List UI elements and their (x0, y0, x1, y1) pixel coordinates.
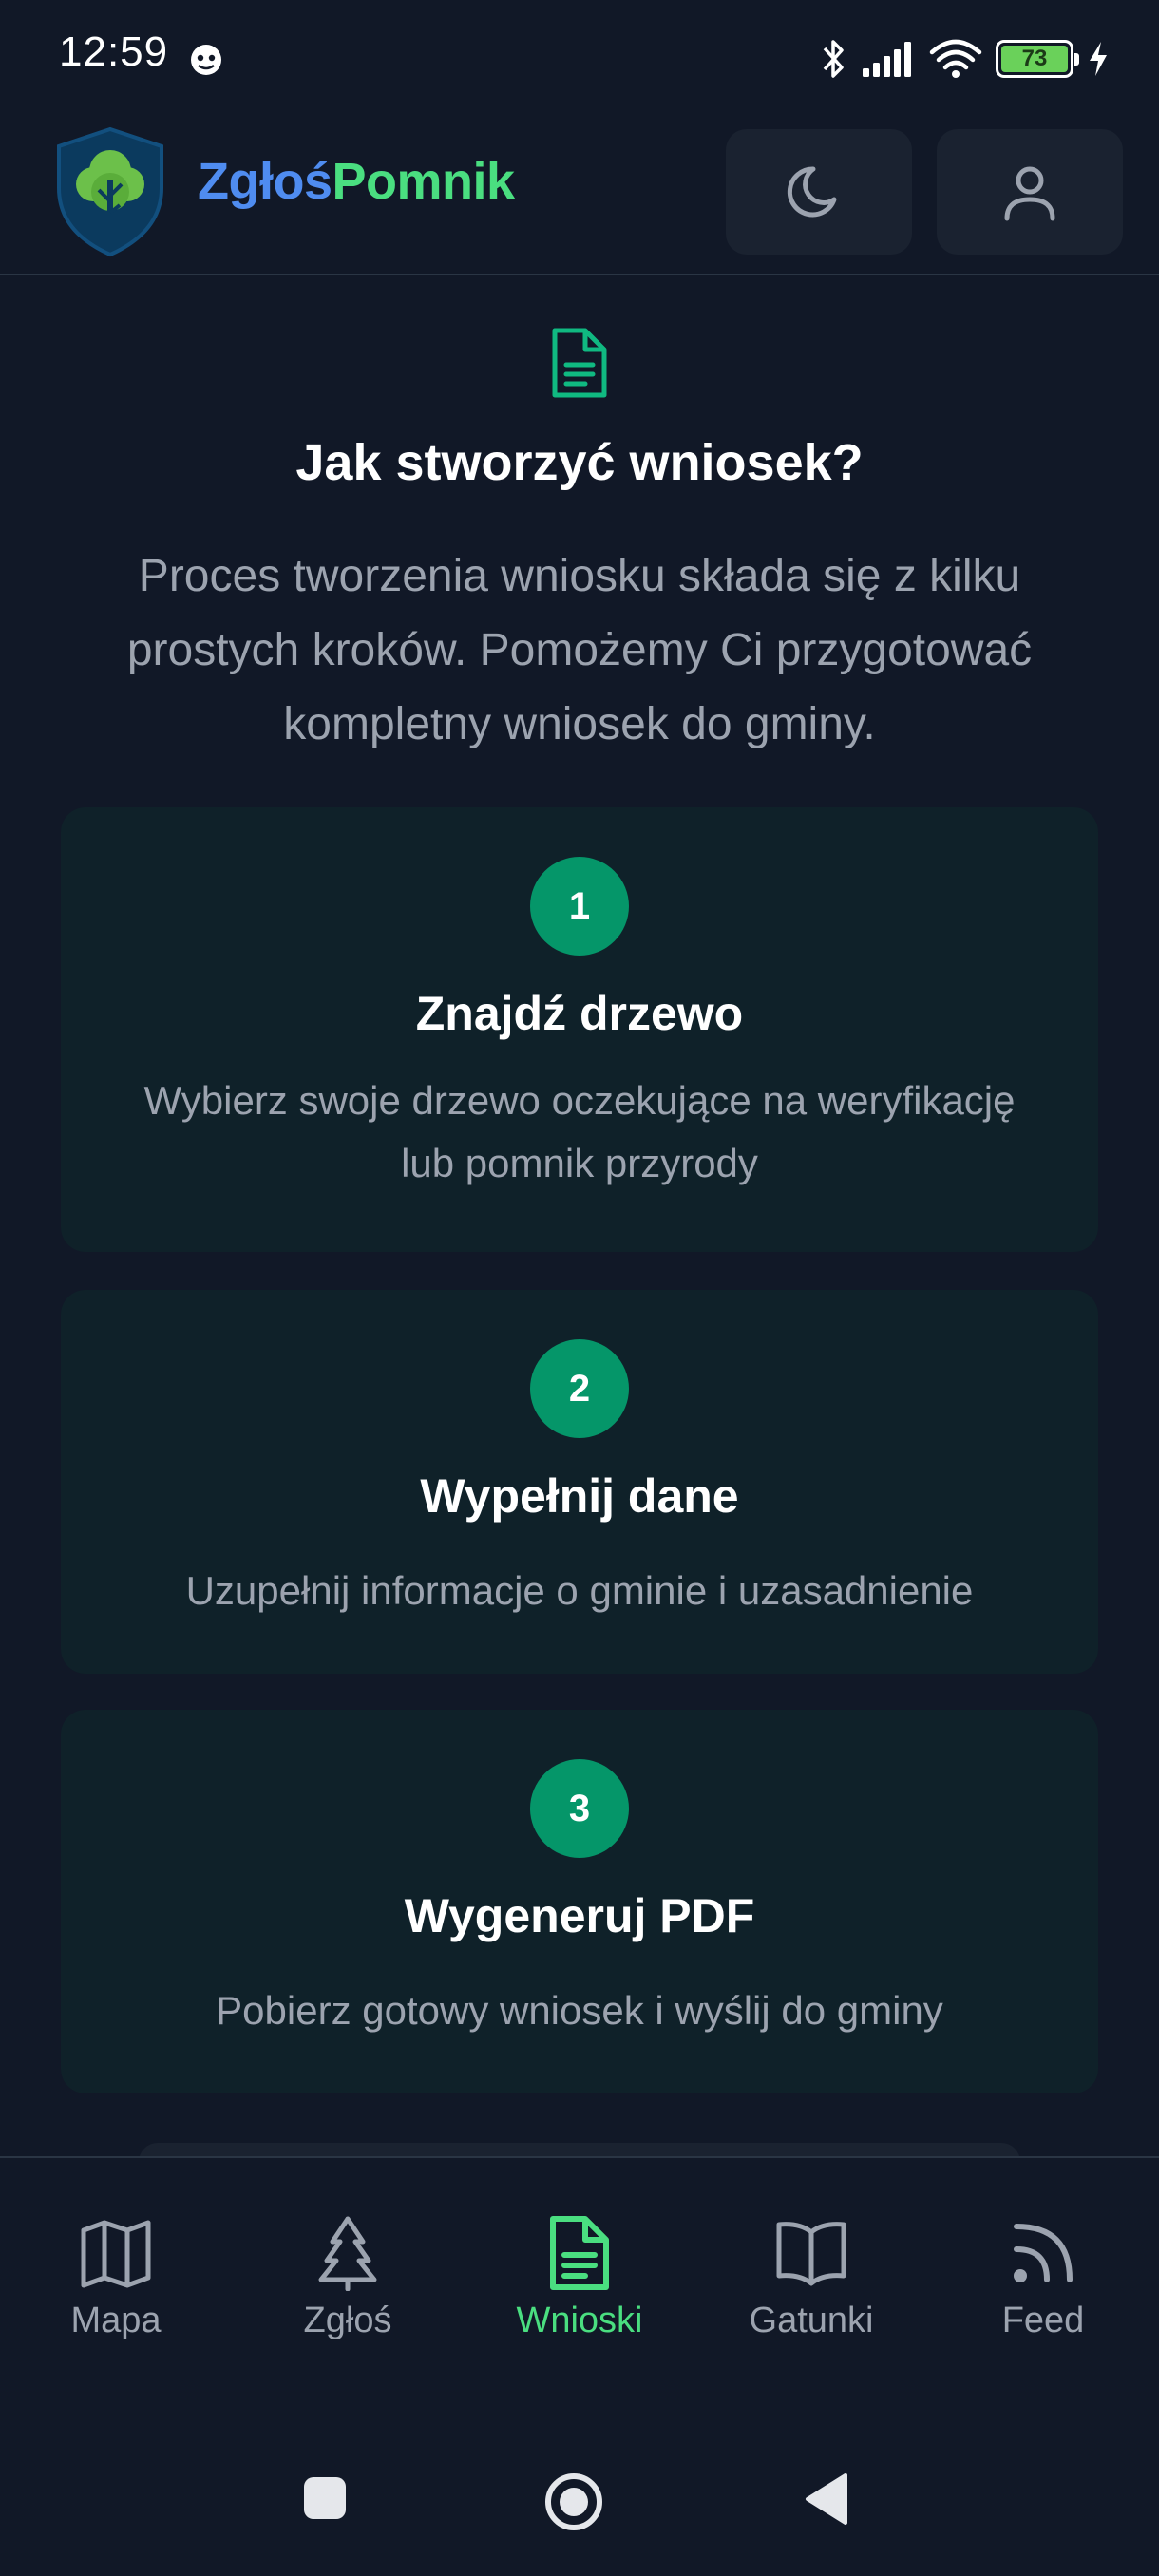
brand-part-1: Zgłoś (198, 153, 332, 210)
moon-icon (787, 166, 837, 218)
nav-item-wnioski[interactable]: Wnioski (464, 2215, 695, 2348)
tree-icon (318, 2216, 377, 2291)
nav-label: Gatunki (749, 2301, 874, 2340)
status-bar: 12:59 73 (0, 0, 1159, 118)
brand-part-2: Pomnik (332, 153, 516, 210)
step-number-badge: 2 (530, 1339, 629, 1438)
rss-icon (1014, 2224, 1073, 2282)
logo-icon[interactable] (51, 125, 169, 258)
step-description: Uzupełnij informacje o gminie i uzasadni… (185, 1568, 974, 1613)
book-icon (776, 2222, 846, 2286)
notification-icon (191, 45, 221, 75)
step-card: 3 Wygeneruj PDF Pobierz gotowy wniosek i… (61, 1710, 1098, 2093)
document-icon (552, 328, 607, 398)
status-time: 12:59 (59, 28, 169, 75)
step-card: 1 Znajdź drzewo Wybierz swoje drzewo ocz… (61, 807, 1098, 1252)
nav-label: Mapa (70, 2301, 162, 2340)
nav-item-zglos[interactable]: Zgłoś (232, 2215, 464, 2348)
recents-icon[interactable] (302, 2475, 348, 2521)
signal-icon (863, 42, 911, 77)
next-card-peek (139, 2143, 1020, 2156)
page-title: Jak stworzyć wniosek? (295, 434, 864, 491)
app-screen: 12:59 73 ZgłośPomnik Jak stworzyć wniose… (0, 0, 1159, 2576)
nav-label: Wnioski (516, 2301, 643, 2340)
map-icon (81, 2220, 151, 2288)
step-description: Pobierz gotowy wniosek i wyślij do gminy (216, 1988, 943, 2033)
step-number-badge: 1 (530, 857, 629, 956)
step-number-badge: 3 (530, 1759, 629, 1858)
main-content: Jak stworzyć wniosek? Proces tworzenia w… (0, 277, 1159, 2156)
step-description: Wybierz swoje drzewo oczekujące na weryf… (143, 1078, 1016, 1185)
step-card: 2 Wypełnij dane Uzupełnij informacje o g… (61, 1290, 1098, 1674)
step-title: Wygeneruj PDF (404, 1889, 755, 1942)
battery-level: 73 (1001, 46, 1068, 72)
nav-item-feed[interactable]: Feed (927, 2215, 1159, 2348)
intro-text: Proces tworzenia wniosku składa się z ki… (126, 551, 1033, 749)
nav-label: Feed (1001, 2301, 1085, 2340)
document-icon (550, 2216, 609, 2290)
nav-item-mapa[interactable]: Mapa (0, 2215, 232, 2348)
wifi-icon (929, 39, 982, 78)
app-brand-title: ZgłośPomnik (198, 152, 515, 211)
battery-icon: 73 (996, 40, 1079, 78)
back-icon[interactable] (804, 2472, 849, 2527)
status-icons: 73 (819, 34, 1110, 84)
nav-item-gatunki[interactable]: Gatunki (695, 2215, 927, 2348)
system-navigation-bar (0, 2365, 1159, 2576)
step-title: Wypełnij dane (420, 1469, 739, 1523)
app-header: ZgłośPomnik (0, 118, 1159, 275)
bottom-navigation: Mapa Zgłoś Wnioski Gatunki Feed (0, 2156, 1159, 2365)
theme-toggle-button[interactable] (726, 129, 912, 255)
step-title: Znajdź drzewo (415, 987, 744, 1040)
bluetooth-icon (823, 40, 844, 78)
home-icon[interactable] (543, 2472, 604, 2532)
user-icon (1004, 166, 1055, 221)
profile-button[interactable] (937, 129, 1123, 255)
nav-label: Zgłoś (303, 2301, 392, 2340)
charging-icon (1090, 42, 1107, 76)
